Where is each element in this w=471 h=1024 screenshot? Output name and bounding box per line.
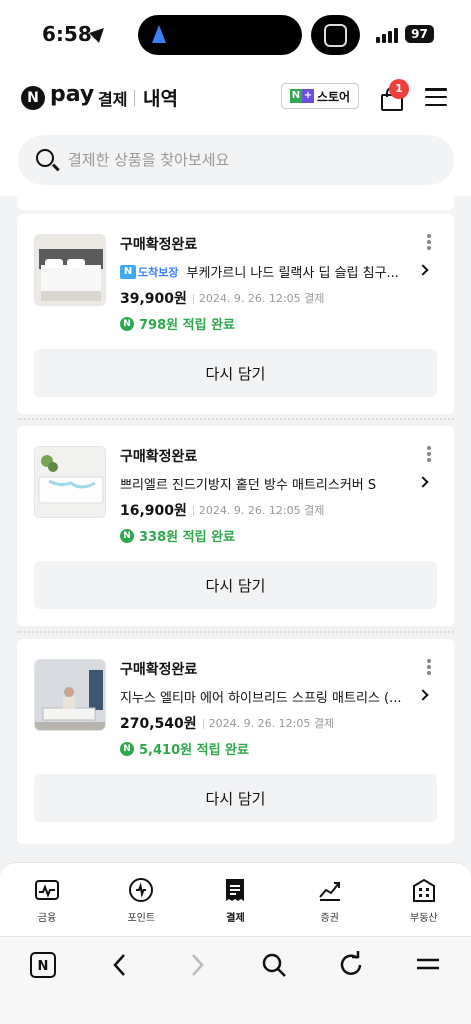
add-to-cart-again-button[interactable]: 다시 담기 <box>34 349 437 397</box>
tab-label: 증권 <box>320 913 339 924</box>
tab-label: 금융 <box>37 913 57 924</box>
add-to-cart-again-button[interactable]: 다시 담기 <box>34 774 437 822</box>
more-options-icon[interactable] <box>427 659 431 675</box>
app-header: N pay 결제 내역 N + 스토어 1 <box>0 66 471 196</box>
naver-plus-icon: N + <box>289 89 314 103</box>
dynamic-island[interactable] <box>138 15 302 55</box>
back-icon[interactable] <box>106 951 134 979</box>
tab-label: 부동산 <box>410 913 438 924</box>
product-thumbnail[interactable] <box>34 446 106 518</box>
add-to-cart-again-button[interactable]: 다시 담기 <box>34 561 437 609</box>
tab-label: 포인트 <box>127 913 156 924</box>
naver-home-icon[interactable]: N <box>29 951 57 979</box>
order-date: 2024. 9. 26. 12:05 결제 <box>203 715 334 731</box>
naver-pay-logo-icon: N <box>21 86 45 110</box>
point-icon <box>129 878 154 902</box>
reward-text: 798원 적립 완료 <box>139 318 235 333</box>
browser-toolbar: N <box>0 936 471 1024</box>
previous-order-card-edge <box>17 196 454 210</box>
location-arrow-icon <box>89 23 109 43</box>
point-coin-icon: N <box>120 528 134 543</box>
building-icon <box>412 878 435 902</box>
app-activity-icon <box>324 24 347 47</box>
finance-icon <box>35 880 60 900</box>
navigation-icon <box>152 25 166 43</box>
logo-payment-text: 결제 <box>98 90 128 109</box>
order-status: 구매확정완료 <box>120 662 198 678</box>
bottom-tab-bar: 금융 포인트 결제 증권 부동산 <box>0 862 471 936</box>
refresh-icon[interactable] <box>337 951 365 979</box>
dynamic-island-app[interactable] <box>311 15 360 55</box>
status-bar: 6:58 97 <box>0 0 471 66</box>
reward-info: N 798원 적립 완료 <box>120 314 235 333</box>
product-thumbnail[interactable] <box>34 234 106 306</box>
search-input[interactable] <box>68 147 438 173</box>
search-icon <box>36 149 54 167</box>
order-status: 구매확정완료 <box>120 237 198 253</box>
order-price: 39,900원 <box>120 291 187 307</box>
more-options-icon[interactable] <box>427 234 431 250</box>
tab-label: 결제 <box>226 913 245 924</box>
search-bar[interactable] <box>18 135 454 185</box>
product-name: 쁘리엘르 진드기방지 홑던 방수 매트리스커버 S <box>120 478 377 493</box>
receipt-icon <box>226 879 245 901</box>
reward-text: 338원 적립 완료 <box>139 530 235 545</box>
product-thumbnail[interactable] <box>34 659 106 731</box>
order-card: 구매확정완료 N 도착보장 부케가르니 나드 릴랙사 딥 슬립 침구... 39… <box>17 214 454 414</box>
order-price: 16,900원 <box>120 503 187 519</box>
svg-text:N: N <box>38 959 49 974</box>
header-divider <box>134 90 135 106</box>
tab-points[interactable]: 포인트 <box>101 877 181 936</box>
order-date: 2024. 9. 26. 12:05 결제 <box>193 290 324 306</box>
forward-icon[interactable] <box>183 951 211 979</box>
card-divider <box>17 418 454 420</box>
page-title: 내역 <box>143 88 178 110</box>
hamburger-menu-icon[interactable] <box>425 88 447 106</box>
chart-icon <box>318 882 340 901</box>
cellular-signal-icon <box>376 28 398 43</box>
product-name-row[interactable]: 지누스 엘티마 에어 하이브리드 스프링 매트리스 (... <box>120 687 430 706</box>
delivery-guarantee-badge: N 도착보장 <box>120 264 178 280</box>
reward-info: N 5,410원 적립 완료 <box>120 739 249 758</box>
reward-text: 5,410원 적립 완료 <box>139 743 249 758</box>
browser-menu-icon[interactable] <box>414 951 442 979</box>
tab-real-estate[interactable]: 부동산 <box>384 877 464 936</box>
more-options-icon[interactable] <box>427 446 431 462</box>
browser-search-icon[interactable] <box>260 951 288 979</box>
tab-payment[interactable]: 결제 <box>195 877 275 936</box>
price-row: 16,900원 2024. 9. 26. 12:05 결제 <box>120 500 324 520</box>
order-status: 구매확정완료 <box>120 449 198 465</box>
store-button[interactable]: N + 스토어 <box>281 83 359 109</box>
point-coin-icon: N <box>120 316 134 331</box>
point-coin-icon: N <box>120 741 134 756</box>
order-card: 구매확정완료 지누스 엘티마 에어 하이브리드 스프링 매트리스 (... 27… <box>17 639 454 844</box>
product-name: 부케가르니 나드 릴랙사 딥 슬립 침구... <box>186 266 399 281</box>
order-price: 270,540원 <box>120 716 197 732</box>
order-date: 2024. 9. 26. 12:05 결제 <box>193 502 324 518</box>
tab-finance[interactable]: 금융 <box>7 877 87 936</box>
order-card: 구매확정완료 쁘리엘르 진드기방지 홑던 방수 매트리스커버 S 16,900원… <box>17 426 454 626</box>
price-row: 270,540원 2024. 9. 26. 12:05 결제 <box>120 713 334 733</box>
reward-info: N 338원 적립 완료 <box>120 526 235 545</box>
product-name-row[interactable]: 쁘리엘르 진드기방지 홑던 방수 매트리스커버 S <box>120 474 430 493</box>
logo-pay-text: pay <box>50 82 95 107</box>
status-time: 6:58 <box>42 22 92 46</box>
price-row: 39,900원 2024. 9. 26. 12:05 결제 <box>120 288 324 308</box>
tab-securities[interactable]: 증권 <box>290 877 370 936</box>
battery-icon: 97 <box>405 25 434 43</box>
store-label: 스토어 <box>316 89 351 104</box>
delivery-badge-icon: N <box>120 264 136 279</box>
cart-count-badge: 1 <box>389 79 409 99</box>
product-name-row[interactable]: N 도착보장 부케가르니 나드 릴랙사 딥 슬립 침구... <box>120 262 430 281</box>
product-name: 지누스 엘티마 에어 하이브리드 스프링 매트리스 (... <box>120 691 402 706</box>
card-divider <box>17 631 454 633</box>
